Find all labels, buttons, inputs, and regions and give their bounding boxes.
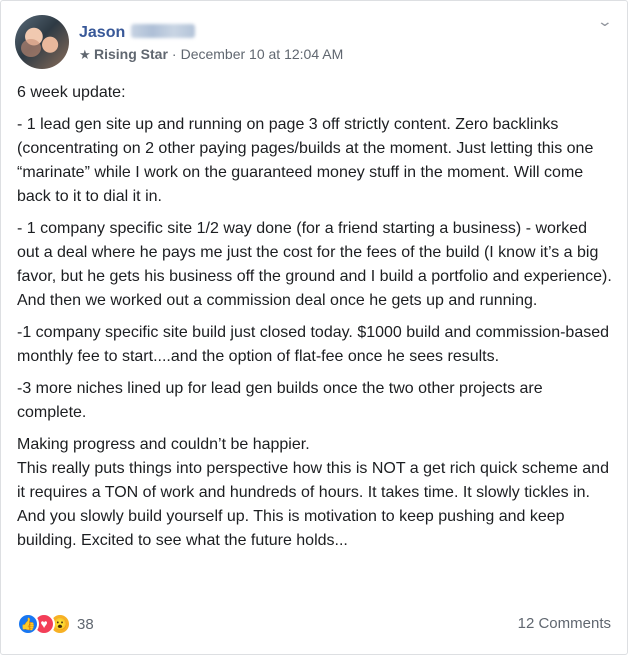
star-icon: ★ (79, 47, 91, 62)
chevron-down-icon[interactable]: ⌄ (597, 13, 613, 30)
like-icon: 👍 (17, 613, 39, 635)
post-paragraph: -1 company specific site build just clos… (17, 324, 610, 365)
post-footer: 👍 ♥ 😮 38 12 Comments (17, 613, 611, 639)
post-content: 6 week update: - 1 lead gen site up and … (17, 81, 613, 553)
post-timestamp[interactable]: December 10 at 12:04 AM (181, 46, 344, 62)
avatar[interactable] (15, 15, 69, 69)
comments-link[interactable]: 12 Comments (518, 615, 611, 632)
post-card: Jason ★ Rising Star · December 10 at 12:04 … (0, 0, 628, 655)
reaction-count[interactable]: 38 (77, 616, 94, 633)
separator-dot: · (171, 46, 177, 62)
closing-line: Making progress and couldn’t be happier. (17, 436, 310, 453)
post-meta: ★ Rising Star · December 10 at 12:04 AM (79, 46, 343, 63)
author-name-text[interactable]: Jason (79, 24, 125, 41)
redacted-surname (131, 24, 196, 39)
post-closing: Making progress and couldn’t be happier.… (17, 433, 613, 553)
post-paragraph: - 1 company specific site 1/2 way done (… (17, 220, 612, 309)
closing-paragraph: This really puts things into perspective… (17, 460, 609, 549)
post-paragraph: - 1 lead gen site up and running on page… (17, 116, 594, 205)
post-paragraph: -3 more niches lined up for lead gen bui… (17, 380, 543, 421)
post-paragraph: 6 week update: (17, 84, 126, 101)
author-name[interactable]: Jason (79, 24, 196, 42)
reactions-summary[interactable]: 👍 ♥ 😮 38 (17, 613, 94, 635)
rising-star-badge[interactable]: Rising Star (94, 46, 168, 62)
